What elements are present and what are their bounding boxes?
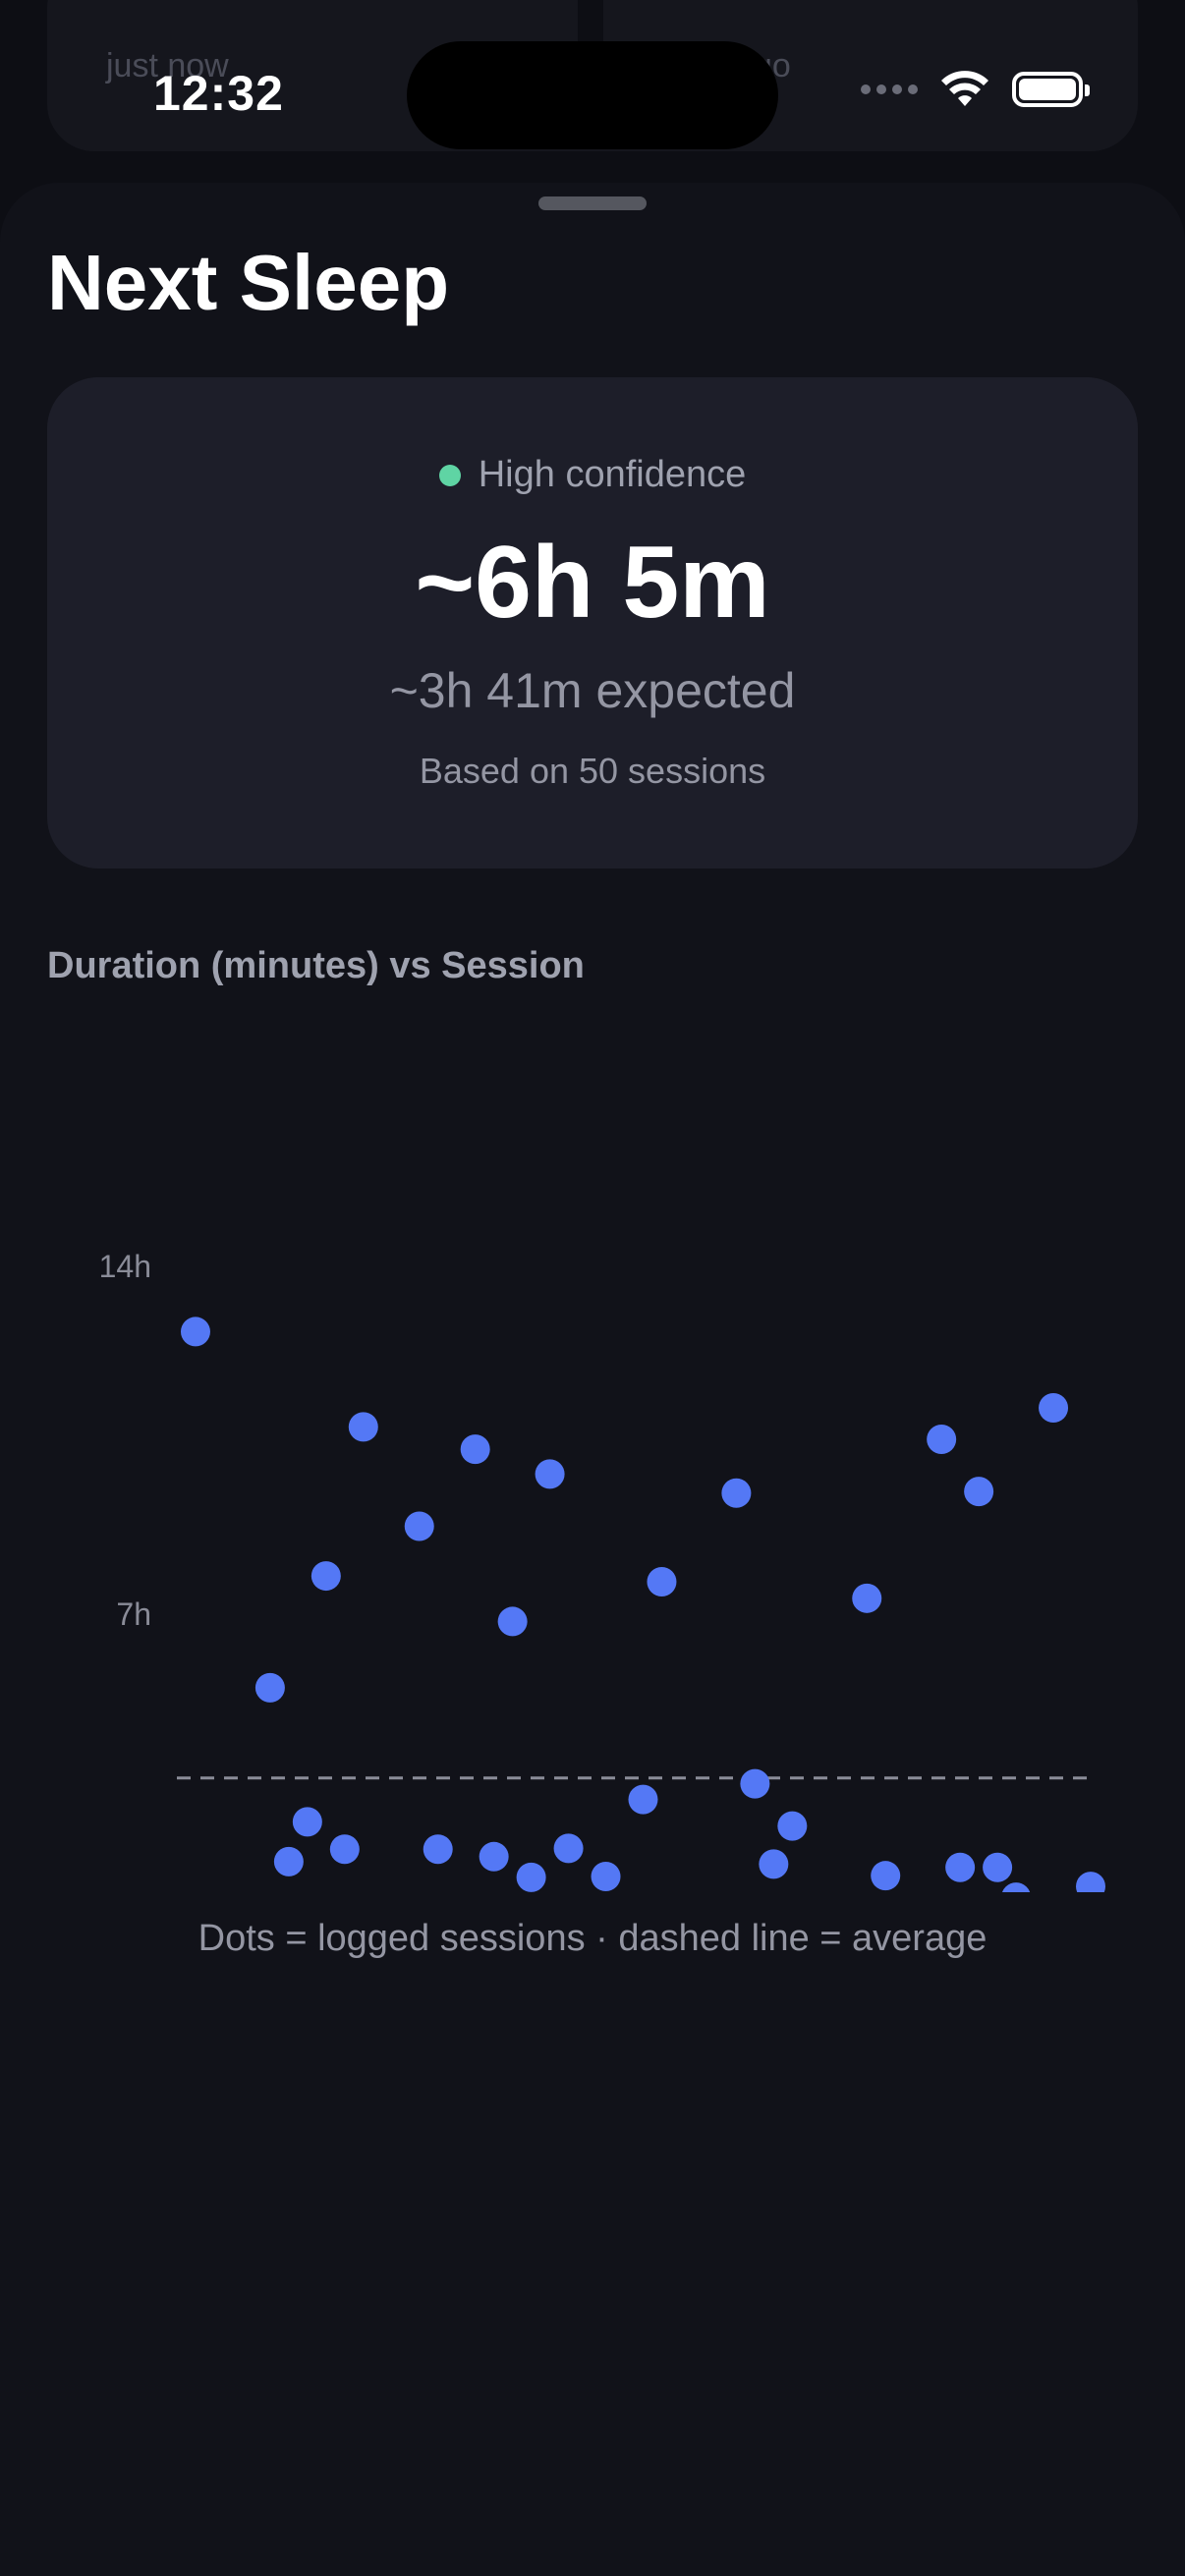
status-bar-time: 12:32 xyxy=(153,66,284,121)
session-dot xyxy=(983,1852,1013,1882)
duration-scatter-chart: 07h14h xyxy=(99,1249,1105,1892)
session-dot xyxy=(516,1862,546,1892)
session-dot xyxy=(777,1811,808,1841)
next-sleep-sheet: Next Sleep High confidence ~6h 5m ~3h 41… xyxy=(0,183,1185,2576)
y-tick-label: 14h xyxy=(99,1249,151,1284)
session-dot xyxy=(628,1784,658,1815)
session-dot xyxy=(180,1316,210,1347)
session-dot xyxy=(1039,1392,1069,1423)
expected-duration-text: ~3h 41m expected xyxy=(389,663,796,718)
session-dot xyxy=(945,1852,976,1882)
session-dot xyxy=(553,1833,584,1864)
session-dot xyxy=(273,1846,304,1876)
wifi-icon xyxy=(941,71,988,106)
screen: just now ago 12:32 Next Sleep High confi… xyxy=(0,0,1185,2576)
session-dot xyxy=(721,1478,752,1508)
session-dot xyxy=(852,1583,882,1613)
session-dot xyxy=(329,1834,360,1865)
cellular-signal-icon xyxy=(861,84,918,94)
battery-icon xyxy=(1012,72,1090,107)
chart-heading: Duration (minutes) vs Session xyxy=(47,945,585,986)
confidence-label: High confidence xyxy=(478,454,747,495)
session-dot xyxy=(740,1768,770,1799)
session-dot xyxy=(254,1672,285,1703)
session-dot xyxy=(310,1561,341,1592)
session-dot xyxy=(759,1849,789,1879)
session-dot xyxy=(647,1566,677,1596)
status-bar-indicators xyxy=(861,71,1090,108)
session-dot xyxy=(927,1425,957,1454)
session-dot xyxy=(292,1807,322,1837)
session-dot xyxy=(1076,1872,1105,1892)
session-dot xyxy=(535,1459,565,1489)
session-dot xyxy=(460,1434,490,1465)
sleep-estimate-value: ~6h 5m xyxy=(415,526,770,640)
session-dot xyxy=(497,1606,528,1637)
session-dot xyxy=(423,1834,453,1865)
session-dot xyxy=(591,1862,621,1892)
dynamic-island xyxy=(407,41,778,149)
session-count-text: Based on 50 sessions xyxy=(419,751,766,791)
confidence-indicator-dot xyxy=(438,464,461,486)
sheet-grabber[interactable] xyxy=(538,196,647,210)
chart-caption: Dots = logged sessions · dashed line = a… xyxy=(198,1918,988,1959)
confidence-row: High confidence xyxy=(47,454,1138,496)
session-dot xyxy=(479,1841,509,1872)
session-dot xyxy=(871,1861,901,1891)
y-tick-label: 7h xyxy=(116,1596,151,1632)
session-dot xyxy=(964,1477,994,1507)
sheet-title: Next Sleep xyxy=(47,239,450,326)
prediction-summary-card: High confidence ~6h 5m ~3h 41m expected … xyxy=(47,377,1138,868)
session-dot xyxy=(348,1412,378,1442)
session-dot xyxy=(404,1511,434,1541)
session-dot xyxy=(1001,1882,1031,1892)
